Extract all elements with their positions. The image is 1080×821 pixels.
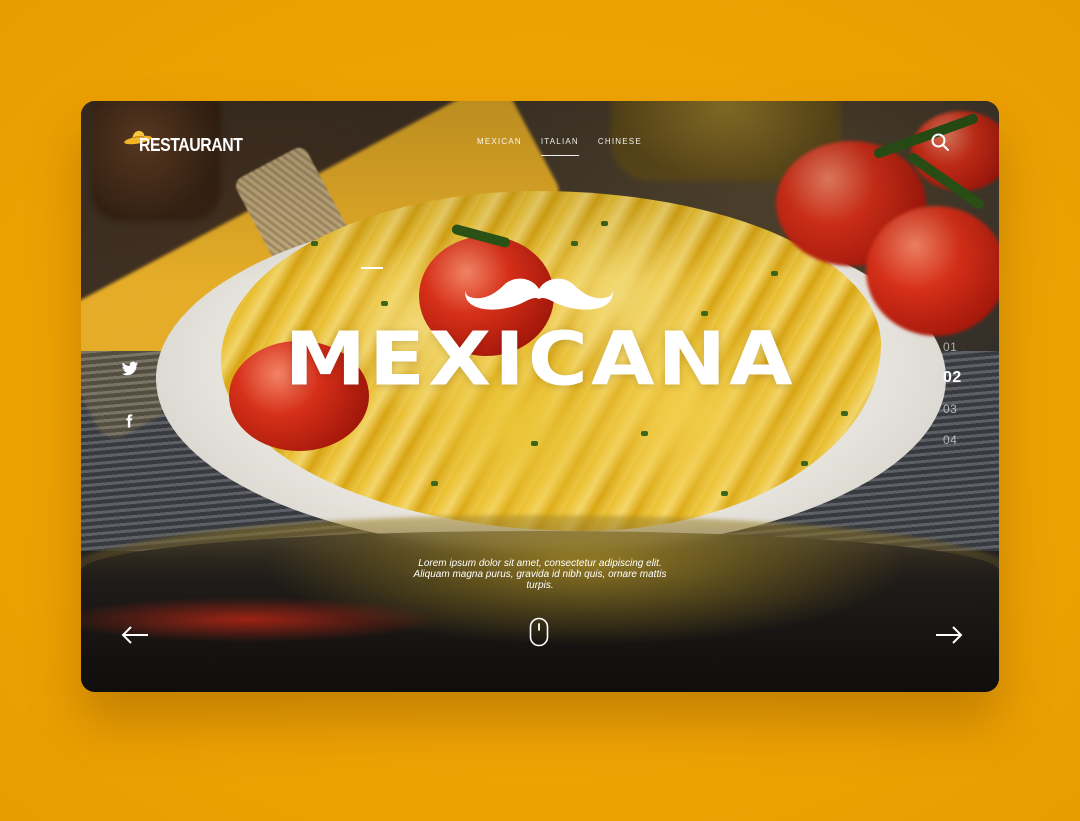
bottom-blur-panel (81, 531, 999, 692)
pager-item-03[interactable]: 03 (943, 401, 962, 417)
prev-slide-button[interactable] (120, 623, 150, 647)
pager-item-02[interactable]: 02 (943, 370, 962, 386)
slide-pager: 01 02 03 04 (943, 339, 962, 448)
search-button[interactable] (930, 132, 950, 152)
nav-item-chinese[interactable]: CHINESE (598, 137, 642, 152)
mouse-scroll-icon (529, 617, 549, 647)
brand-logo[interactable]: RESTAURANT (123, 127, 257, 155)
brand-name: RESTAURANT (139, 135, 243, 155)
pager-item-01[interactable]: 01 (943, 339, 962, 355)
arrow-left-icon (121, 626, 148, 644)
pager-item-04[interactable]: 04 (943, 432, 962, 448)
hero-card: RESTAURANT MEXICAN ITALIAN CHINESE MEXIC… (81, 101, 999, 692)
mustache-icon (465, 278, 613, 310)
accent-divider (361, 267, 383, 269)
scroll-indicator[interactable] (529, 617, 549, 647)
facebook-icon (126, 414, 133, 428)
arrow-right-icon (936, 626, 963, 644)
nav-item-italian[interactable]: ITALIAN (540, 137, 579, 156)
next-slide-button[interactable] (934, 623, 964, 647)
page-background: RESTAURANT MEXICAN ITALIAN CHINESE MEXIC… (0, 0, 1080, 821)
facebook-link[interactable] (121, 412, 141, 432)
hero-description: Lorem ipsum dolor sit amet, consectetur … (413, 558, 667, 591)
search-icon (931, 133, 949, 151)
main-nav: MEXICAN ITALIAN CHINESE (477, 137, 642, 156)
nav-item-mexican[interactable]: MEXICAN (477, 137, 522, 152)
hero-headline: MEXICANA (284, 316, 796, 403)
